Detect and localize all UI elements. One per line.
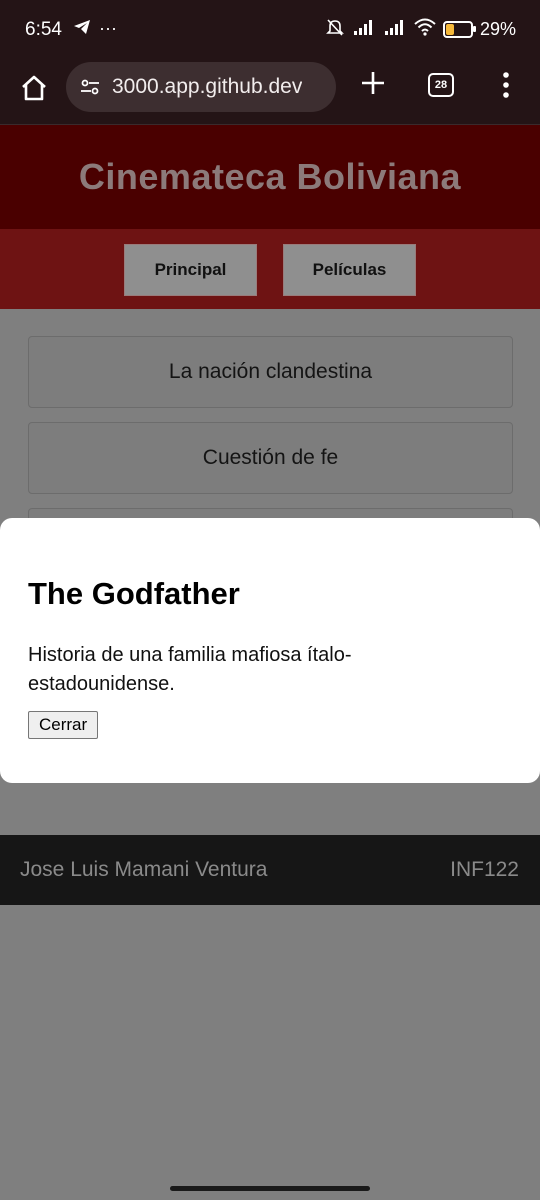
nav-principal-button[interactable]: Principal	[124, 244, 257, 296]
home-icon[interactable]	[18, 72, 50, 104]
footer-course: INF122	[450, 858, 519, 881]
signal-icon	[352, 19, 376, 40]
nav-peliculas-button[interactable]: Películas	[283, 244, 416, 296]
site-header: Cinemateca Boliviana	[0, 125, 540, 229]
browser-toolbar: 3000.app.github.dev 28	[0, 60, 540, 125]
address-bar[interactable]: 3000.app.github.dev	[66, 62, 336, 112]
wifi-icon	[414, 18, 436, 41]
more-notifications-icon: ···	[99, 18, 117, 38]
site-footer: Jose Luis Mamani Ventura INF122	[0, 835, 540, 905]
site-title: Cinemateca Boliviana	[78, 156, 462, 197]
modal-title: The Godfather	[28, 576, 240, 611]
telegram-icon	[73, 18, 91, 41]
bell-off-icon	[325, 17, 345, 42]
status-time: 6:54	[25, 19, 62, 40]
battery-icon	[442, 21, 476, 38]
close-button[interactable]: Cerrar	[28, 711, 99, 739]
footer-author: Jose Luis Mamani Ventura	[20, 858, 268, 881]
gesture-bar[interactable]	[170, 1186, 370, 1191]
main-nav: Principal Películas	[0, 229, 540, 309]
movie-card[interactable]: Cuestión de fe	[28, 422, 513, 494]
movie-modal: The Godfather Historia de una familia ma…	[0, 518, 540, 783]
modal-description: Historia de una familia mafiosa ítalo-es…	[28, 644, 352, 695]
status-bar: 6:54 ··· 29%	[0, 0, 540, 60]
tab-switcher-button[interactable]: 28	[428, 73, 454, 97]
overflow-menu-icon[interactable]	[498, 70, 514, 100]
signal-icon	[383, 19, 407, 40]
movie-card[interactable]: La nación clandestina	[28, 336, 513, 408]
battery-percent: 29%	[479, 19, 516, 39]
site-settings-icon[interactable]	[78, 75, 102, 99]
new-tab-icon[interactable]	[356, 66, 390, 100]
url-text[interactable]: 3000.app.github.dev	[112, 75, 302, 99]
